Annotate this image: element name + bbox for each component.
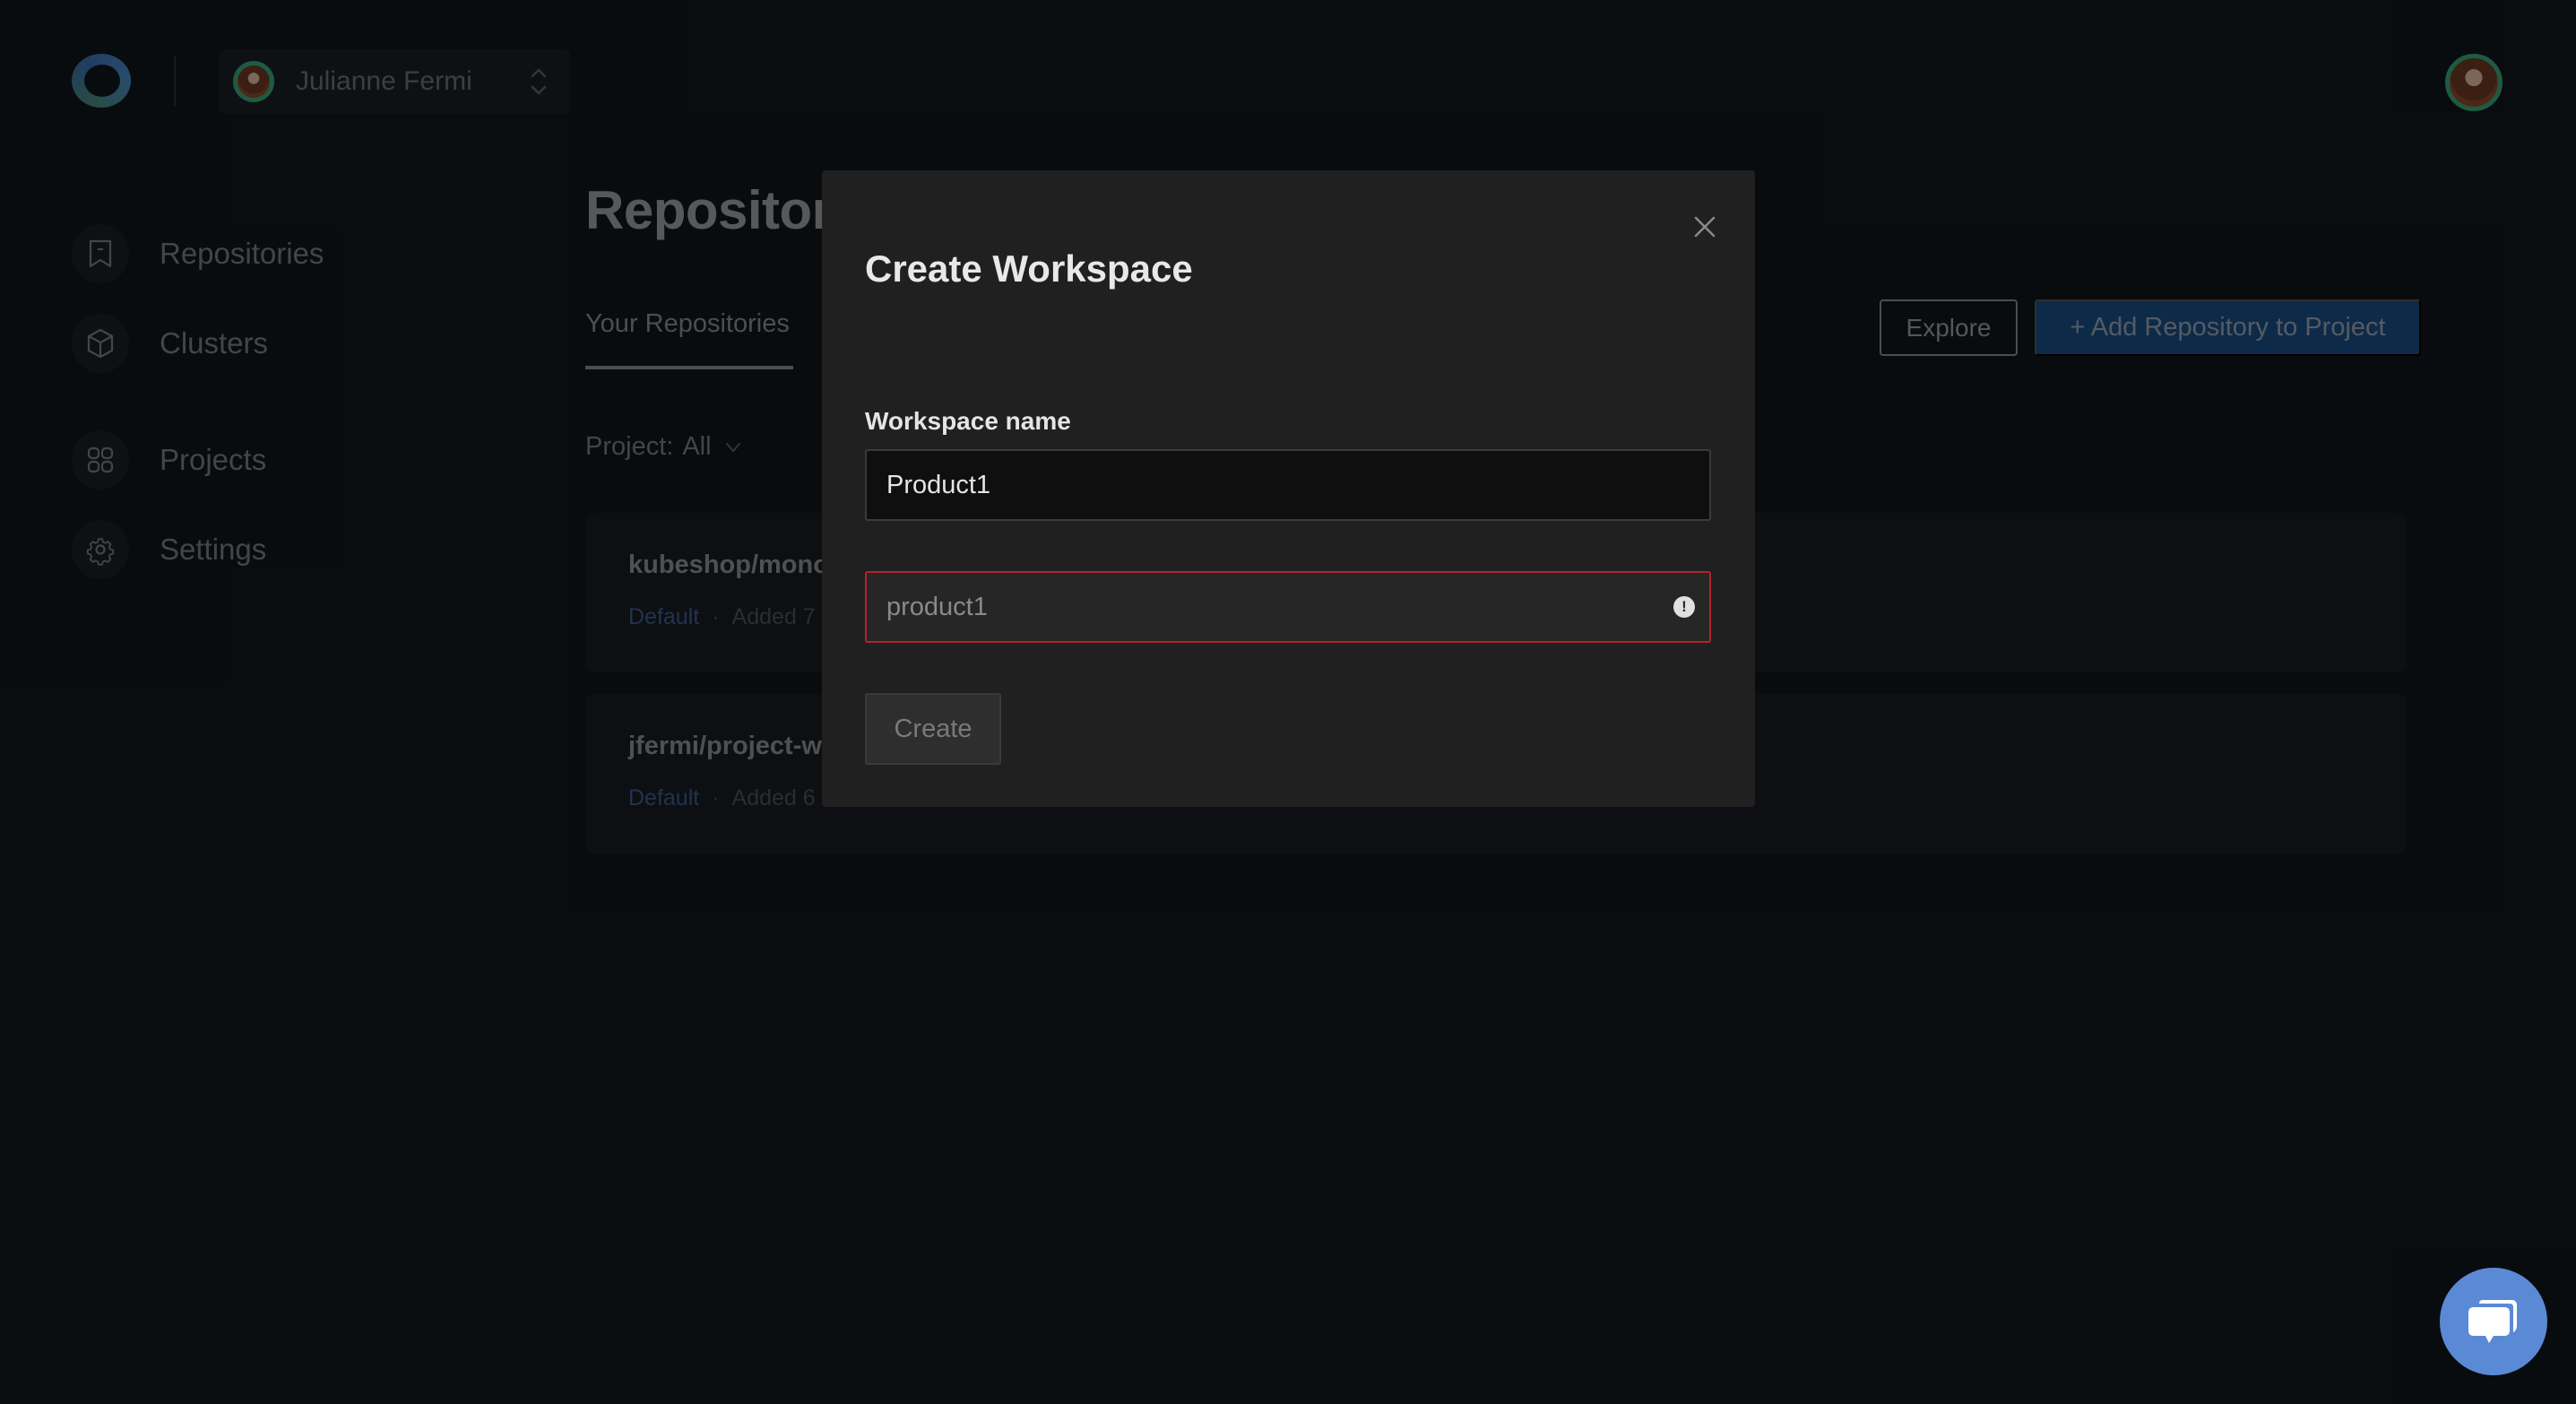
modal-title: Create Workspace [865,247,1193,290]
workspace-name-label: Workspace name [865,407,1071,435]
create-button[interactable]: Create [865,693,1001,765]
app-root: Julianne Fermi Repositories Clusters Pro… [0,0,2576,1404]
exclamation-circle-icon: ! [1673,596,1695,618]
create-workspace-modal: Create Workspace Workspace name ! Create [822,170,1755,807]
chat-bubbles-icon [2468,1300,2517,1343]
close-icon[interactable] [1691,213,1718,240]
workspace-slug-field: ! [865,571,1711,643]
chat-launcher-button[interactable] [2440,1268,2547,1375]
workspace-slug-input[interactable] [867,573,1709,641]
workspace-name-input[interactable] [865,449,1711,521]
